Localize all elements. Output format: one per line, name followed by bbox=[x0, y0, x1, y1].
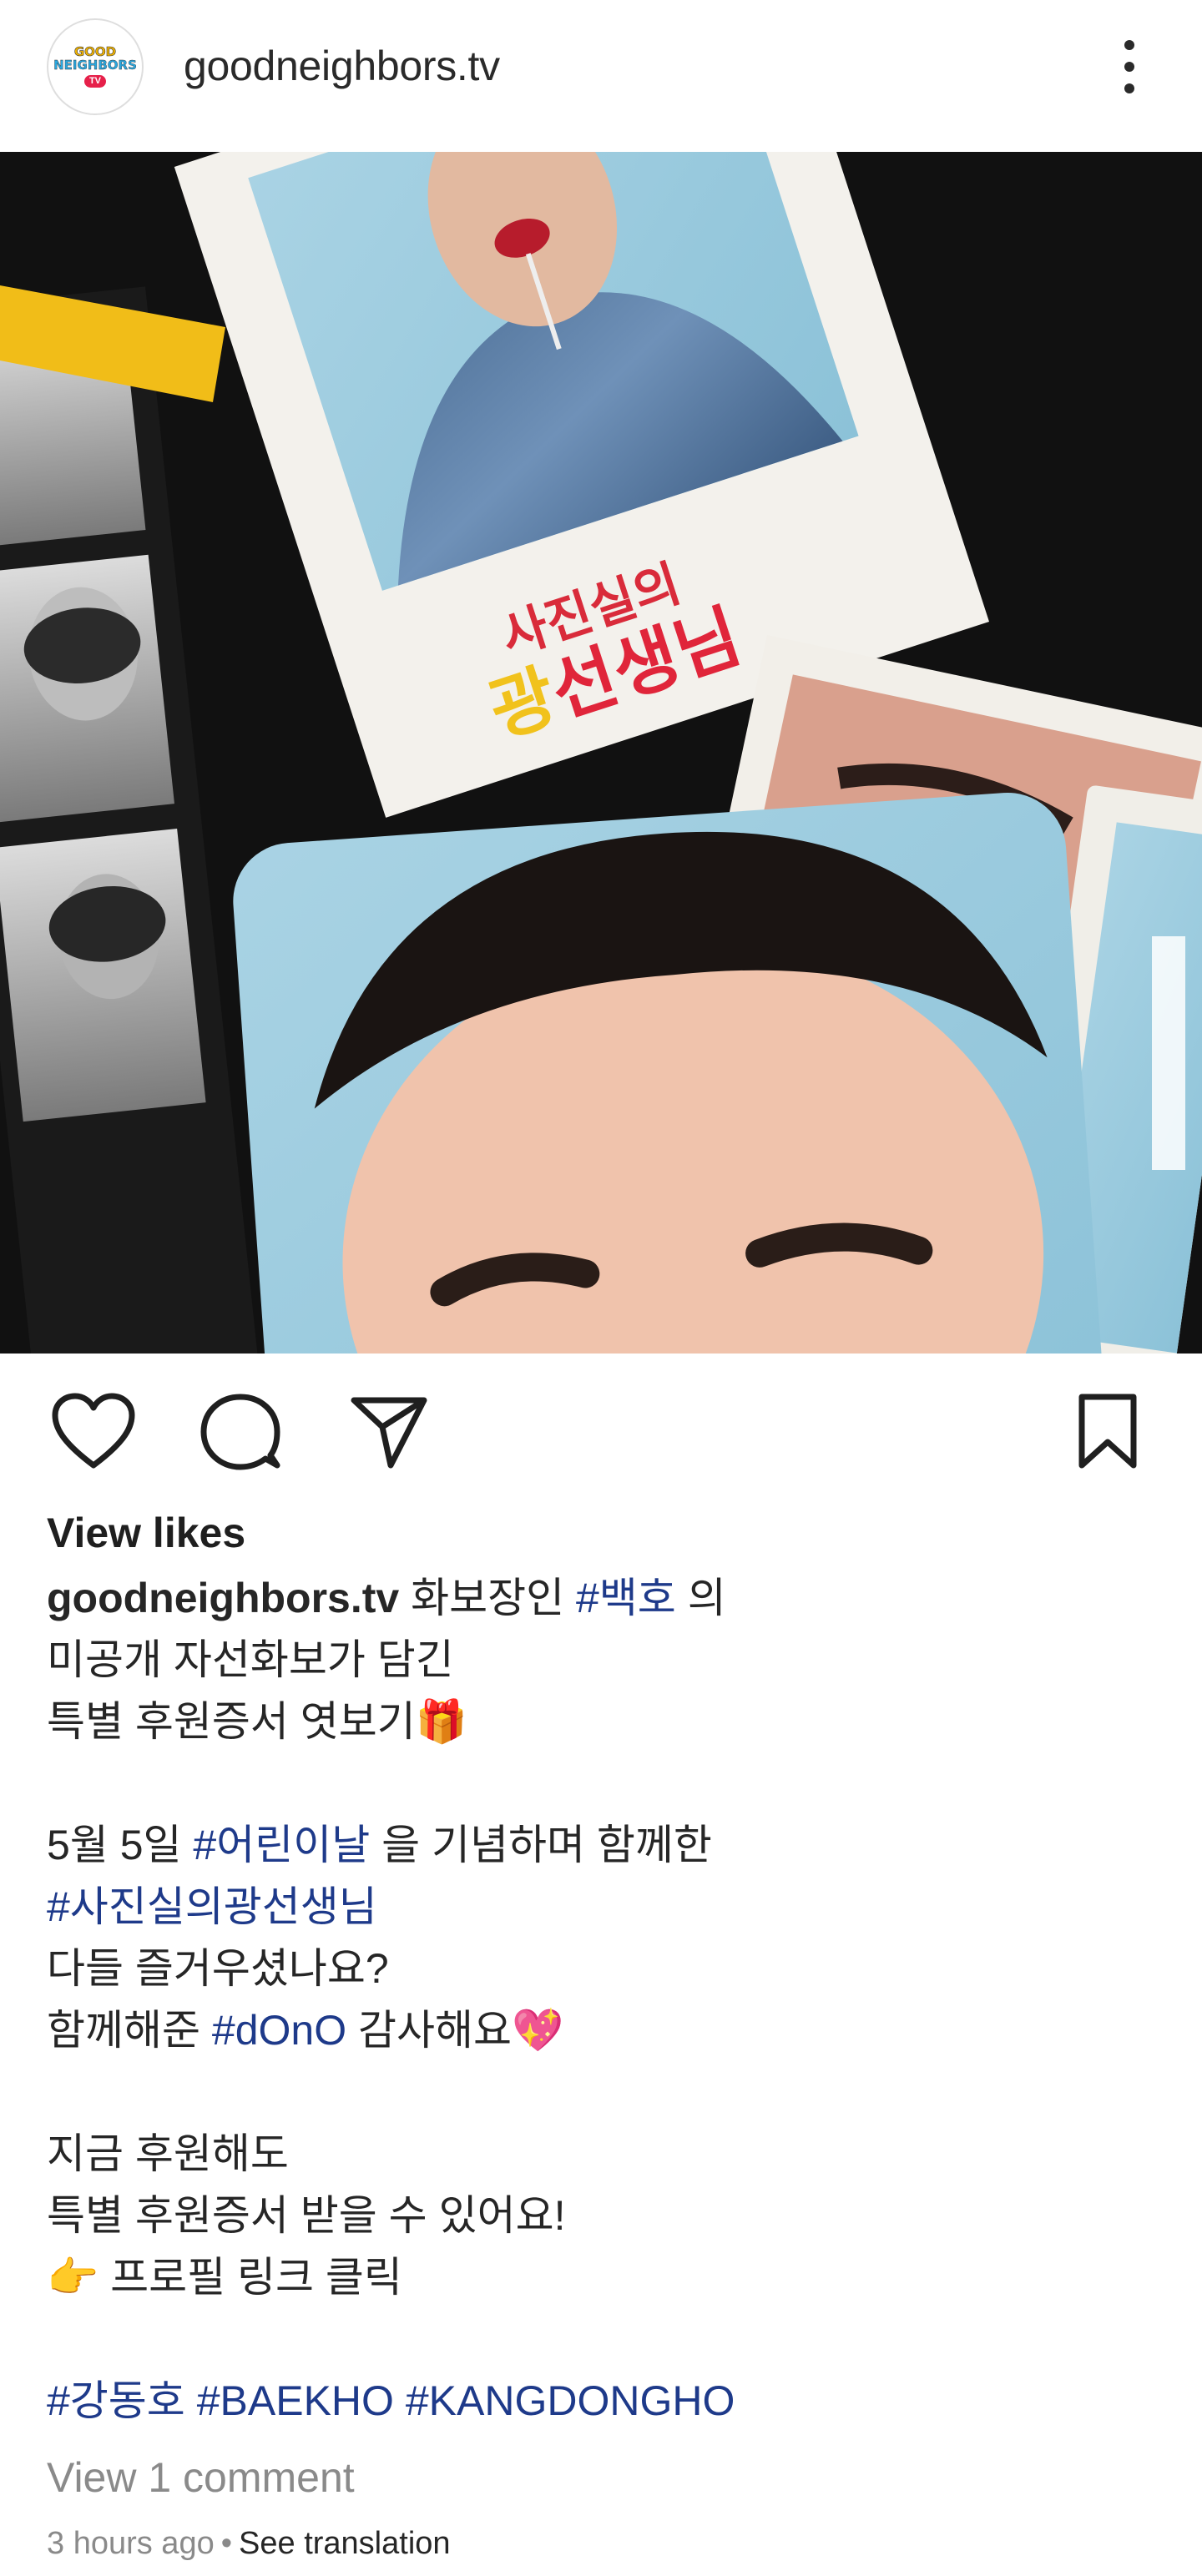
caption-line: 지금 후원해도 bbox=[47, 2123, 1157, 2185]
bookmark-icon[interactable] bbox=[1077, 1392, 1139, 1470]
hashtag-link[interactable]: #dOnO bbox=[212, 2007, 346, 2054]
caption-line: 👉 프로필 링크 클릭 bbox=[47, 2246, 1157, 2308]
caption-text: 다들 즐거우셨나요? bbox=[47, 1945, 389, 1992]
hashtag-link[interactable]: #어린이날 bbox=[193, 1822, 370, 1868]
post-actions bbox=[0, 1354, 1202, 1520]
caption-line: 미공개 자선화보가 담긴 bbox=[47, 1629, 1157, 1691]
caption-text: 특별 후원증서 받을 수 있어요! bbox=[47, 2192, 566, 2239]
hashtag-link[interactable]: #KANGDONGHO bbox=[406, 2377, 735, 2424]
caption-line: #사진실의광선생님 bbox=[47, 1876, 1157, 1938]
caption-text bbox=[185, 2377, 197, 2424]
caption-line: 5월 5일 #어린이날 을 기념하며 함께한 bbox=[47, 1814, 1157, 1876]
caption-text: 을 기념하며 함께한 bbox=[370, 1822, 712, 1868]
hashtag-link[interactable]: #백호 bbox=[576, 1575, 676, 1621]
avatar[interactable]: GOOD NEIGHBORS TV bbox=[47, 18, 144, 115]
hashtag-link[interactable]: #BAEKHO bbox=[197, 2377, 394, 2424]
caption-line: 다들 즐거우셨나요? bbox=[47, 1938, 1157, 1999]
caption-text: 함께해준 bbox=[47, 2007, 212, 2054]
logo-text-good: GOOD bbox=[73, 44, 117, 59]
post-photo[interactable]: 사진실의 광선생님 bbox=[0, 152, 1202, 1354]
view-likes-link[interactable]: View likes bbox=[47, 1509, 245, 1557]
post-photo-image: 사진실의 광선생님 bbox=[0, 152, 1202, 1354]
caption-line: 특별 후원증서 받을 수 있어요! bbox=[47, 2185, 1157, 2246]
logo-text-tv: TV bbox=[83, 75, 107, 88]
caption-text: 감사해요💖 bbox=[346, 2007, 564, 2054]
hashtag-link[interactable]: #강동호 bbox=[47, 2377, 185, 2424]
see-translation-link[interactable]: See translation bbox=[239, 2526, 451, 2561]
caption-line: 함께해준 #dOnO 감사해요💖 bbox=[47, 1999, 1157, 2061]
comment-bubble-icon[interactable] bbox=[200, 1392, 280, 1472]
post-time: 3 hours ago bbox=[47, 2526, 215, 2561]
caption-text bbox=[394, 2377, 406, 2424]
post-caption: goodneighbors.tv 화보장인 #백호 의미공개 자선화보가 담긴특… bbox=[47, 1567, 1157, 2432]
caption-text: 👉 프로필 링크 클릭 bbox=[47, 2254, 402, 2301]
view-comments-link[interactable]: View 1 comment bbox=[47, 2453, 355, 2502]
caption-text: 지금 후원해도 bbox=[47, 2130, 289, 2177]
logo-text-neighbors: NEIGHBORS bbox=[53, 58, 137, 73]
paper-plane-icon[interactable] bbox=[349, 1394, 429, 1470]
heart-icon[interactable] bbox=[50, 1392, 137, 1470]
more-vertical-icon[interactable] bbox=[1110, 33, 1149, 100]
caption-username[interactable]: goodneighbors.tv bbox=[47, 1575, 399, 1621]
caption-text: 화보장인 bbox=[399, 1575, 576, 1621]
caption-text: 5월 5일 bbox=[47, 1822, 194, 1868]
caption-line: #강동호 #BAEKHO #KANGDONGHO bbox=[47, 2370, 1157, 2432]
caption-text: 미공개 자선화보가 담긴 bbox=[47, 1636, 454, 1683]
good-neighbors-logo: GOOD NEIGHBORS TV bbox=[53, 44, 137, 88]
post-username[interactable]: goodneighbors.tv bbox=[184, 42, 500, 90]
meta-separator: • bbox=[220, 2526, 233, 2561]
hashtag-link[interactable]: #사진실의광선생님 bbox=[47, 1883, 377, 1930]
post-header: GOOD NEIGHBORS TV goodneighbors.tv bbox=[0, 0, 1202, 152]
caption-text: 특별 후원증서 엿보기🎁 bbox=[47, 1698, 468, 1745]
caption-text: 의 bbox=[675, 1575, 726, 1621]
caption-line: 특별 후원증서 엿보기🎁 bbox=[47, 1691, 1157, 1752]
caption-line: goodneighbors.tv 화보장인 #백호 의 bbox=[47, 1567, 1157, 1629]
post-meta: 3 hours ago • See translation bbox=[47, 2526, 451, 2562]
